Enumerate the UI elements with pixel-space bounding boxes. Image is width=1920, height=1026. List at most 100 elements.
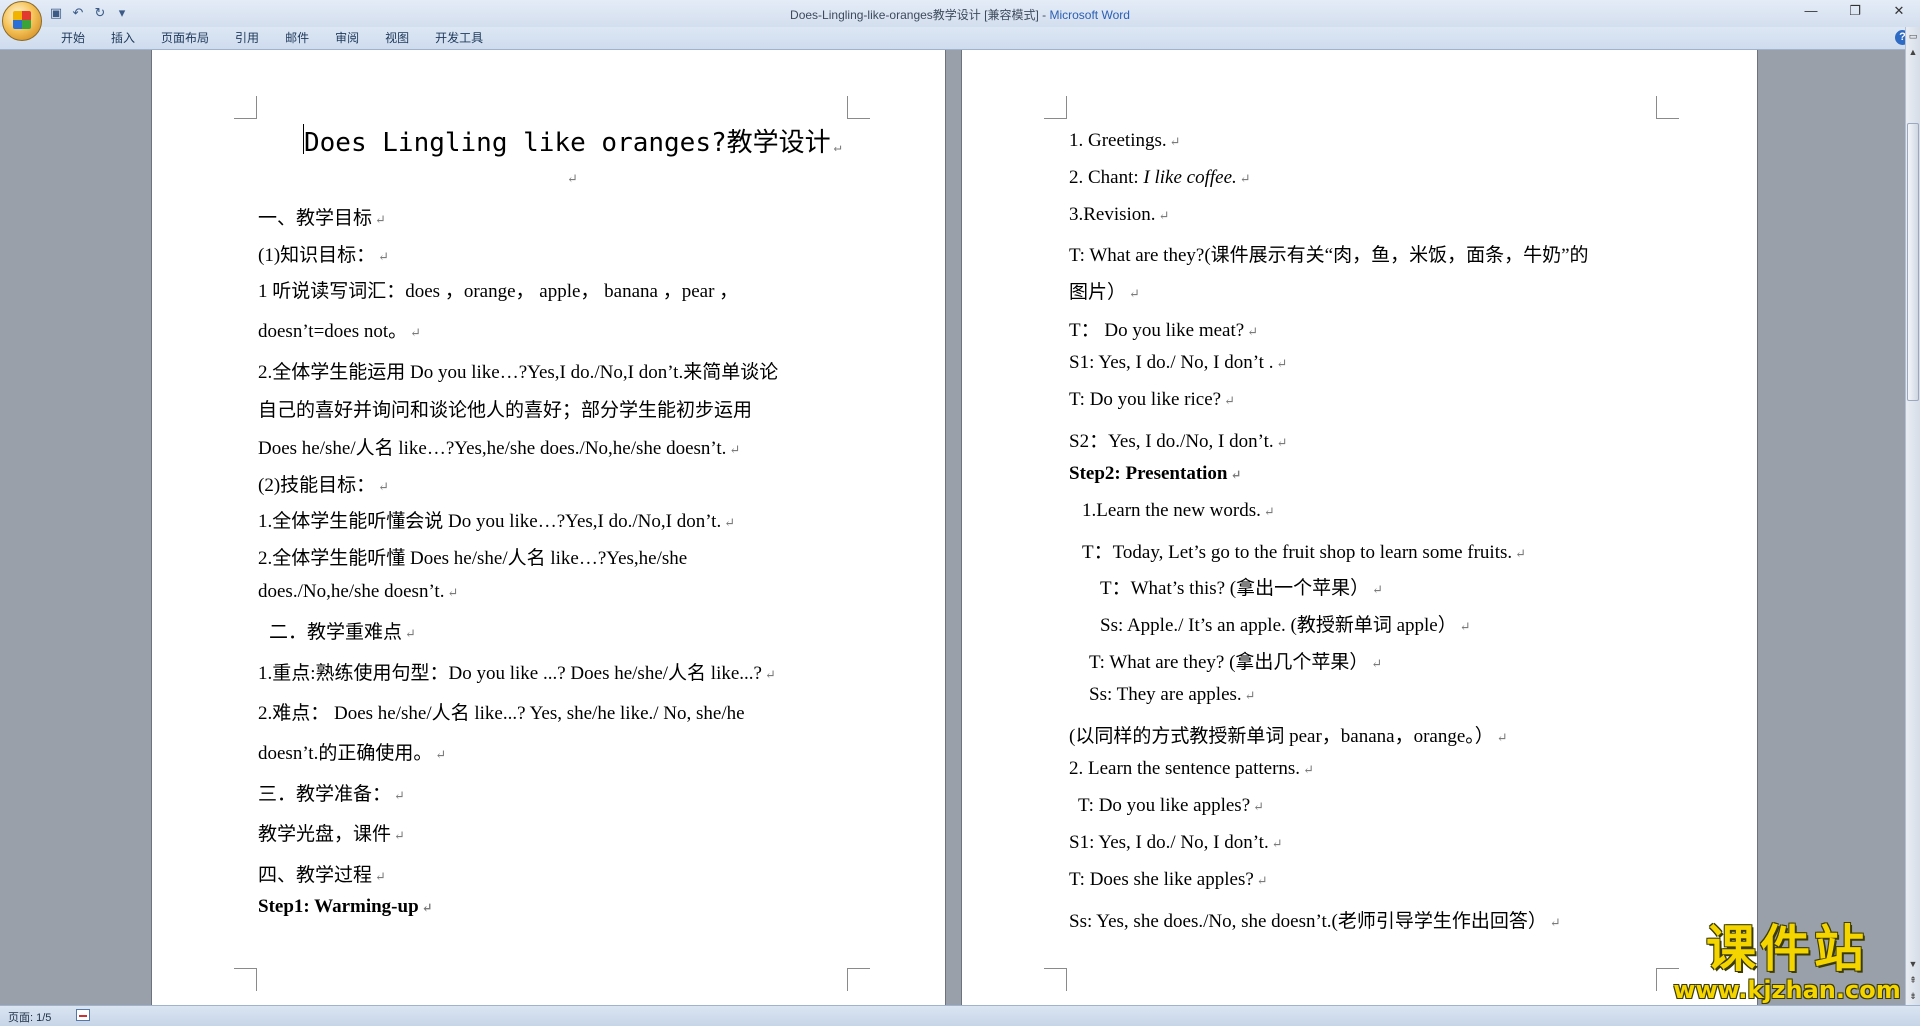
- paragraph: 图片） ↵: [1069, 277, 1140, 304]
- tab-review[interactable]: 审阅: [322, 27, 372, 49]
- scroll-down-icon[interactable]: ▼: [1907, 957, 1919, 971]
- ruler-toggle-icon[interactable]: ▭: [1907, 29, 1919, 43]
- paragraph: 3.Revision. ↵: [1069, 204, 1169, 226]
- paragraph: T：Today, Let’s go to the fruit shop to l…: [1082, 537, 1526, 564]
- line-text: 一、教学目标: [258, 208, 373, 229]
- paragraph: T： Do you like meat? ↵: [1069, 315, 1258, 342]
- line-text: 图片）: [1069, 282, 1127, 303]
- paragraph: 1. Greetings. ↵: [1069, 130, 1181, 152]
- paragraph-mark: ↵: [1244, 688, 1256, 703]
- paragraph-mark: ↵: [1271, 836, 1283, 851]
- heading-preparation: 三．教学准备： ↵: [258, 779, 405, 806]
- paragraph: T: Do you like rice? ↵: [1069, 389, 1235, 411]
- paragraph-mark: ↵: [1515, 546, 1527, 561]
- line-text: 1 听说读写词汇：does ，orange， apple， banana ，pe…: [258, 281, 739, 302]
- tab-home[interactable]: 开始: [48, 27, 98, 49]
- line-text: T: What are they? (拿出几个苹果）: [1089, 652, 1369, 673]
- paragraph-mark: ↵: [1224, 393, 1235, 408]
- tab-developer[interactable]: 开发工具: [422, 27, 496, 49]
- line-text: 二．教学重难点: [269, 622, 403, 643]
- tab-insert[interactable]: 插入: [98, 27, 148, 49]
- document-name: Does-Lingling-like-oranges教学设计 [兼容模式] -: [790, 8, 1050, 22]
- line-text: T: Does she like apples?: [1069, 869, 1254, 890]
- crop-mark: [234, 96, 257, 119]
- line-text: T: Do you like apples?: [1078, 795, 1251, 816]
- ribbon-tabs: 开始 插入 页面布局 引用 邮件 审阅 视图 开发工具: [48, 27, 496, 49]
- paragraph-mark: ↵: [764, 667, 776, 682]
- line-text: 四、教学过程: [258, 865, 373, 886]
- paragraph-mark: ↵: [1276, 435, 1288, 450]
- paragraph: 2.全体学生能听懂 Does he/she/人名 like…?Yes,he/sh…: [258, 543, 687, 570]
- paragraph-mark: ↵: [1496, 730, 1508, 745]
- page-2[interactable]: 1. Greetings. ↵ 2. Chant: I like coffee. ↵…: [962, 50, 1757, 1010]
- crop-mark: [1044, 968, 1067, 991]
- paragraph-mark: ↵: [1129, 286, 1140, 301]
- window-title: Does-Lingling-like-oranges教学设计 [兼容模式] - …: [0, 6, 1920, 23]
- paragraph-mark: ↵: [1230, 467, 1242, 482]
- watermark-logo: 课件站 www.kjzhan.com: [1669, 920, 1905, 1004]
- crop-mark: [1044, 96, 1067, 119]
- line-text: 2.全体学生能听懂 Does he/she/人名 like…?Yes,he/sh…: [258, 548, 688, 569]
- paragraph: 2. Chant: I like coffee. ↵: [1069, 167, 1251, 189]
- line-text: 1.Learn the new words.: [1082, 500, 1261, 521]
- paragraph: S1: Yes, I do./ No, I don’t . ↵: [1069, 352, 1287, 374]
- line-text: (1)知识目标：: [258, 245, 376, 266]
- vertical-scrollbar[interactable]: ▭ ▲ ▼ ⇞ ⇟: [1905, 27, 1920, 1005]
- paragraph: T: What are they?(课件展示有关“肉，鱼，米饭，面条，牛奶”的: [1069, 240, 1589, 267]
- tab-mailings[interactable]: 邮件: [272, 27, 322, 49]
- paragraph-mark: ↵: [410, 325, 422, 340]
- tab-references[interactable]: 引用: [222, 27, 272, 49]
- paragraph-mark: ↵: [1303, 762, 1314, 777]
- page-1[interactable]: Does Lingling like oranges?教学设计 ↵ ↵ 一、教学目…: [152, 50, 945, 1010]
- page-count[interactable]: 页面: 1/5: [8, 1009, 51, 1025]
- paragraph-mark: ↵: [1256, 873, 1268, 888]
- paragraph-mark: ↵: [1371, 656, 1383, 671]
- line-text: 自己的喜好并询问和谈论他人的喜好；部分学生能初步运用: [258, 400, 753, 421]
- paragraph: T: What are they? (拿出几个苹果） ↵: [1089, 647, 1382, 674]
- line-text: 三．教学准备：: [258, 784, 392, 805]
- paragraph: 1 听说读写词汇：does ，orange， apple， banana ，pe…: [258, 276, 738, 303]
- maximize-icon[interactable]: ❐: [1842, 2, 1868, 20]
- crop-mark: [234, 968, 257, 991]
- paragraph: S2：Yes, I do./No, I don’t. ↵: [1069, 426, 1288, 453]
- window-controls: — ❐ ✕: [1798, 2, 1912, 20]
- paragraph-mark: ↵: [435, 747, 447, 762]
- office-logo-icon: [13, 11, 31, 29]
- minimize-icon[interactable]: —: [1798, 2, 1824, 20]
- paragraph-mark: ↵: [447, 585, 459, 600]
- line-text: T：Today, Let’s go to the fruit shop to l…: [1082, 542, 1513, 563]
- paragraph: Ss: Yes, she does./No, she doesn’t.(老师引导…: [1069, 906, 1561, 933]
- paragraph-mark: ↵: [1459, 619, 1471, 634]
- scrollbar-thumb[interactable]: [1907, 123, 1919, 401]
- document-workspace: Does Lingling like oranges?教学设计 ↵ ↵ 一、教学目…: [0, 50, 1906, 1010]
- line-text: 1.全体学生能听懂会说 Do you like…?Yes,I do./No,I …: [258, 511, 722, 532]
- paragraph-mark: ↵: [1263, 504, 1275, 519]
- tab-view[interactable]: 视图: [372, 27, 422, 49]
- heading-key-points: 二．教学重难点 ↵: [269, 617, 416, 644]
- watermark-url: www.kjzhan.com: [1673, 976, 1901, 1004]
- proofing-icon[interactable]: [76, 1009, 90, 1021]
- paragraph: Ss: They are apples. ↵: [1089, 684, 1256, 706]
- line-text: Ss: Yes, she does./No, she doesn’t.(老师引导…: [1069, 911, 1547, 932]
- close-icon[interactable]: ✕: [1886, 2, 1912, 20]
- office-button[interactable]: [2, 1, 42, 41]
- next-page-icon[interactable]: ⇟: [1907, 989, 1919, 1003]
- scroll-up-icon[interactable]: ▲: [1907, 45, 1919, 59]
- paragraph: Does he/she/人名 like…?Yes,he/she does./No…: [258, 433, 740, 460]
- paragraph: doesn’t=does not。 ↵: [258, 316, 421, 343]
- line-text: 1.重点:熟练使用句型：Do you like ...? Does he/she…: [258, 663, 762, 684]
- line-text: (以同样的方式教授新单词 pear，banana，orange。）: [1069, 726, 1494, 747]
- paragraph: 1.重点:熟练使用句型：Do you like ...? Does he/she…: [258, 658, 776, 685]
- line-text: does./No,he/she doesn’t.: [258, 581, 445, 602]
- tab-page-layout[interactable]: 页面布局: [148, 27, 222, 49]
- heading-step2: Step2: Presentation ↵: [1069, 463, 1241, 485]
- line-text: 1. Greetings.: [1069, 130, 1167, 151]
- line-text: Ss: They are apples.: [1089, 684, 1242, 705]
- paragraph-mark: ↵: [1158, 208, 1170, 223]
- previous-page-icon[interactable]: ⇞: [1907, 973, 1919, 987]
- paragraph-mark: ↵: [394, 828, 405, 843]
- chant-title: I like coffee.: [1143, 167, 1237, 188]
- paragraph: 1.Learn the new words. ↵: [1082, 500, 1275, 522]
- paragraph: T: Do you like apples? ↵: [1078, 795, 1264, 817]
- title-bar: ▣ ↶ ↻ ▾ Does-Lingling-like-oranges教学设计 […: [0, 0, 1920, 41]
